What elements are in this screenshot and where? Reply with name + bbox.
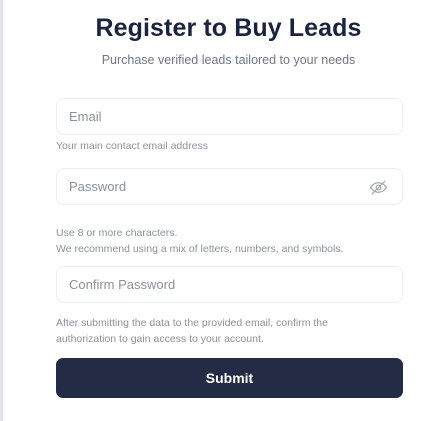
confirm-password-field-wrapper xyxy=(56,266,403,303)
email-help-text: Your main contact email address xyxy=(56,140,208,152)
email-field-wrapper xyxy=(56,98,403,135)
password-field-wrapper xyxy=(56,168,403,205)
confirm-help-text: After submitting the data to the provide… xyxy=(56,316,406,347)
page-subtitle: Purchase verified leads tailored to your… xyxy=(101,53,356,67)
page-title: Register to Buy Leads xyxy=(95,14,362,42)
password-help-text: Use 8 or more characters. We recommend u… xyxy=(56,226,406,257)
confirm-help-line-2: authorization to gain access to your acc… xyxy=(56,332,264,345)
submit-button[interactable]: Submit xyxy=(56,358,403,398)
eye-off-icon[interactable] xyxy=(369,178,388,197)
password-help-line-1: Use 8 or more characters. xyxy=(56,227,178,239)
register-page: Register to Buy Leads Purchase verified … xyxy=(0,0,447,421)
password-help-line-2: We recommend using a mix of letters, num… xyxy=(56,242,344,255)
email-field[interactable] xyxy=(57,99,402,134)
password-field[interactable] xyxy=(57,169,402,204)
confirm-help-line-1: After submitting the data to the provide… xyxy=(56,317,328,329)
confirm-password-field[interactable] xyxy=(57,267,402,302)
